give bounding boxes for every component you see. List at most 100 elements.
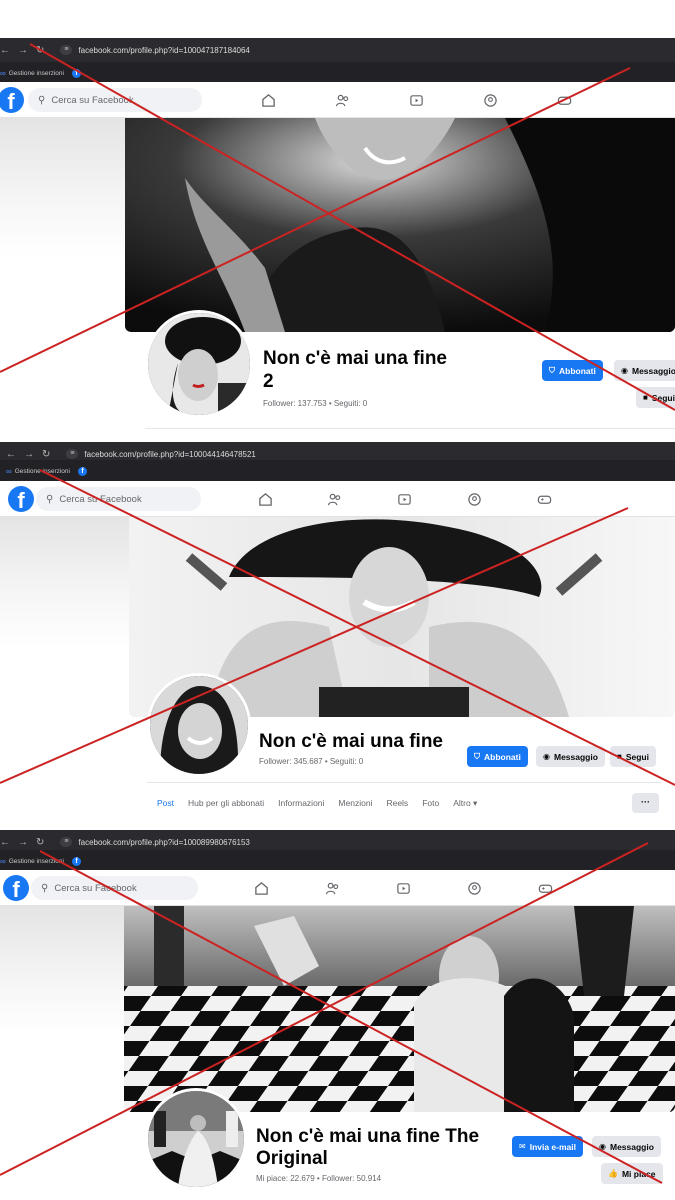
message-label: Messaggio xyxy=(631,365,675,376)
lock-icon: ■ xyxy=(643,393,648,402)
tab-more[interactable]: Altro ▾ xyxy=(453,798,477,809)
avatar-image xyxy=(148,1091,244,1187)
home-icon[interactable] xyxy=(257,491,273,507)
profile-panel-3: ← → ↻ ≡ facebook.com/profile.php?id=1000… xyxy=(0,830,675,1200)
screenshot-collage: ← → ↻ ≡ facebook.com/profile.php?id=1000… xyxy=(0,0,675,1200)
friends-icon[interactable] xyxy=(326,491,342,507)
facebook-logo-icon[interactable]: f xyxy=(3,875,29,901)
shield-icon: ⛉ xyxy=(474,751,480,761)
search-placeholder: Cerca su Facebook xyxy=(51,94,134,106)
subscribe-label: Abbonati xyxy=(559,365,596,376)
site-info-icon[interactable]: ≡ xyxy=(66,449,79,459)
groups-icon[interactable] xyxy=(466,880,482,896)
reload-icon[interactable]: ↻ xyxy=(42,449,50,460)
follow-button[interactable]: ■ Segui xyxy=(610,746,656,767)
bookmark-ads-manager[interactable]: Gestione inserzioni xyxy=(9,70,64,77)
tab-mentions[interactable]: Menzioni xyxy=(338,798,372,809)
search-input[interactable]: ⚲ Cerca su Facebook xyxy=(31,876,198,900)
friends-icon[interactable] xyxy=(334,92,350,108)
bookmarks-bar: ∞ Gestione inserzioni f xyxy=(0,850,675,872)
facebook-bookmark-icon[interactable]: f xyxy=(77,466,87,476)
reload-icon[interactable]: ↻ xyxy=(36,837,44,848)
gaming-icon[interactable] xyxy=(556,92,572,108)
gaming-icon[interactable] xyxy=(537,880,553,896)
tab-subscriber-hub[interactable]: Hub per gli abbonati xyxy=(188,798,264,809)
subscribe-button[interactable]: ⛉ Abbonati xyxy=(542,360,603,381)
video-icon[interactable] xyxy=(395,880,411,896)
messenger-icon: ◉ xyxy=(599,1142,606,1151)
follow-label: Segui xyxy=(625,751,649,762)
search-input[interactable]: ⚲ Cerca su Facebook xyxy=(28,88,202,112)
friends-icon[interactable] xyxy=(324,880,340,896)
video-icon[interactable] xyxy=(396,491,412,507)
profile-avatar[interactable] xyxy=(147,673,251,777)
message-button[interactable]: ◉ Messaggio xyxy=(592,1136,661,1157)
address-bar: ← → ↻ ≡ facebook.com/profile.php?id=1000… xyxy=(0,38,675,62)
profile-panel-2: ← → ↻ ≡ facebook.com/profile.php?id=1000… xyxy=(0,440,675,826)
mail-icon: ✉ xyxy=(519,1142,526,1151)
more-options-button[interactable]: ··· xyxy=(632,793,659,813)
profile-avatar[interactable] xyxy=(145,1088,247,1190)
cover-photo[interactable] xyxy=(124,906,675,1112)
meta-icon: ∞ xyxy=(0,856,6,866)
bookmark-ads-manager[interactable]: Gestione inserzioni xyxy=(15,468,70,475)
groups-icon[interactable] xyxy=(466,491,482,507)
cover-side-fade xyxy=(0,906,124,1036)
gaming-icon[interactable] xyxy=(536,491,552,507)
profile-avatar[interactable] xyxy=(145,310,253,418)
like-page-button[interactable]: 👍 Mi piace xyxy=(601,1163,663,1184)
lock-icon: ■ xyxy=(617,752,622,761)
back-arrow-icon[interactable]: ← xyxy=(0,45,10,56)
facebook-logo-icon[interactable]: f xyxy=(8,486,34,512)
forward-arrow-icon[interactable]: → xyxy=(24,449,34,460)
facebook-bookmark-icon[interactable]: f xyxy=(71,856,81,866)
message-label: Messaggio xyxy=(609,1141,654,1152)
cover-side-fade xyxy=(0,517,129,647)
tab-info[interactable]: Informazioni xyxy=(278,798,324,809)
video-icon[interactable] xyxy=(408,92,424,108)
cover-photo[interactable] xyxy=(125,118,675,332)
messenger-icon: ◉ xyxy=(621,366,628,375)
profile-divider xyxy=(145,428,675,429)
facebook-logo-icon[interactable]: f xyxy=(0,87,24,113)
profile-name-line2: 2 xyxy=(263,371,274,392)
back-arrow-icon[interactable]: ← xyxy=(6,449,16,460)
reload-icon[interactable]: ↻ xyxy=(36,45,44,56)
site-info-icon[interactable]: ≡ xyxy=(60,45,73,55)
tab-photos[interactable]: Foto xyxy=(422,798,439,809)
url-text[interactable]: facebook.com/profile.php?id=100089980676… xyxy=(78,838,249,847)
messenger-icon: ◉ xyxy=(543,752,550,761)
site-info-icon[interactable]: ≡ xyxy=(60,837,73,847)
bookmarks-bar: ∞ Gestione inserzioni f xyxy=(0,62,675,84)
profile-tabs: Post Hub per gli abbonati Informazioni M… xyxy=(157,798,491,809)
bookmark-ads-manager[interactable]: Gestione inserzioni xyxy=(9,858,64,865)
groups-icon[interactable] xyxy=(482,92,498,108)
message-button[interactable]: ◉ Messaggio xyxy=(614,360,675,381)
message-button[interactable]: ◉ Messaggio xyxy=(536,746,605,767)
back-arrow-icon[interactable]: ← xyxy=(0,837,10,848)
message-label: Messaggio xyxy=(553,751,598,762)
tab-reels[interactable]: Reels xyxy=(386,798,408,809)
forward-arrow-icon[interactable]: → xyxy=(18,45,28,56)
forward-arrow-icon[interactable]: → xyxy=(18,837,28,848)
bookmarks-bar: ∞ Gestione inserzioni f xyxy=(0,460,675,482)
url-text[interactable]: facebook.com/profile.php?id=100047187184… xyxy=(78,46,249,55)
facebook-header: f ⚲ Cerca su Facebook xyxy=(0,481,675,517)
cover-image xyxy=(125,118,675,332)
tab-post[interactable]: Post xyxy=(157,798,174,809)
home-icon[interactable] xyxy=(260,92,276,108)
home-icon[interactable] xyxy=(253,880,269,896)
meta-icon: ∞ xyxy=(0,68,6,78)
follow-button[interactable]: ■ Segui xyxy=(636,387,675,408)
url-text[interactable]: facebook.com/profile.php?id=100044146478… xyxy=(84,450,255,459)
meta-icon: ∞ xyxy=(6,466,12,476)
facebook-header: f ⚲ Cerca su Facebook xyxy=(0,82,675,118)
send-email-button[interactable]: ✉ Invia e-mail xyxy=(512,1136,584,1157)
profile-stats: Follower: 137.753 • Seguiti: 0 xyxy=(263,399,368,408)
profile-name-line1: Non c'è mai una fine xyxy=(263,348,447,369)
profile-divider xyxy=(147,782,662,783)
search-input[interactable]: ⚲ Cerca su Facebook xyxy=(36,487,201,511)
facebook-bookmark-icon[interactable]: f xyxy=(71,68,81,78)
subscribe-label: Abbonati xyxy=(484,751,521,762)
subscribe-button[interactable]: ⛉ Abbonati xyxy=(467,746,528,767)
